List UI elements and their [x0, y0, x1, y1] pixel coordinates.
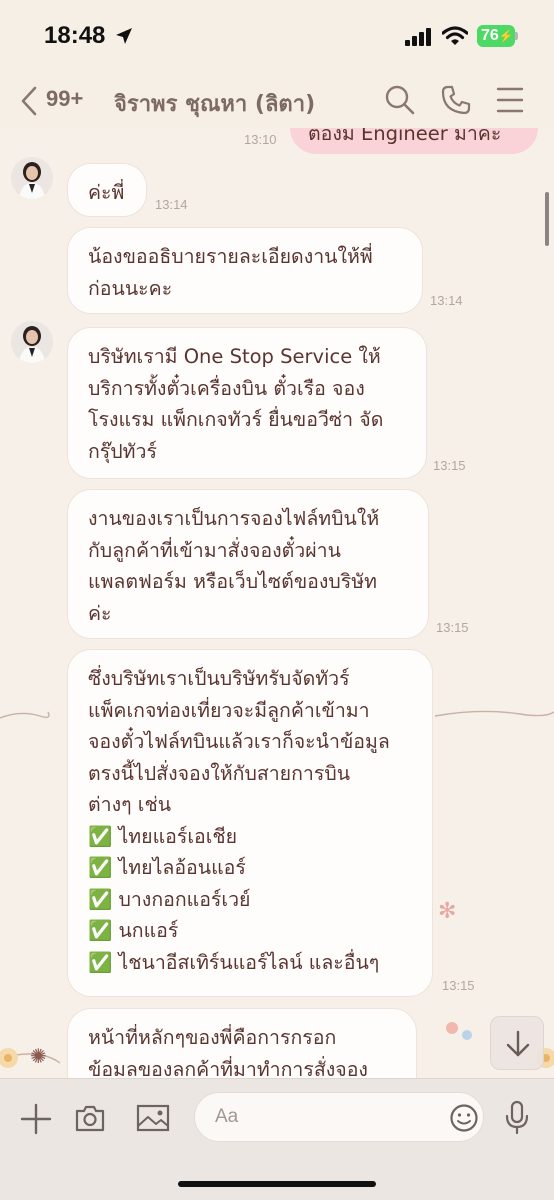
battery-level: 76 [481, 27, 499, 44]
microphone-icon[interactable] [503, 1100, 531, 1136]
message-time: 13:15 [442, 978, 475, 993]
avatar-image [11, 321, 53, 363]
avatar[interactable] [11, 321, 53, 363]
camera-icon[interactable] [74, 1103, 106, 1133]
back-chevron-icon[interactable] [18, 86, 40, 116]
message-line: บริษัทเรามี One Stop Service ให้ [88, 345, 381, 368]
message-input[interactable]: Aa [194, 1092, 484, 1142]
svg-text:✻: ✻ [438, 899, 456, 924]
message-line: บริการทั้งตั๋วเครื่องบิน ตั๋วเรือ จอง [88, 376, 365, 400]
message-line: ก่อนนะคะ [88, 276, 173, 300]
image-icon[interactable] [136, 1103, 170, 1133]
menu-icon[interactable] [496, 84, 524, 116]
message-line: ต่างๆ เช่น [88, 793, 172, 816]
avatar-image [11, 157, 53, 199]
message-line: งานของเราเป็นการจองไฟล์ทบินให้ [88, 507, 380, 530]
message-line: โรงแรม แพ็กเกจทัวร์ ยื่นขอวีซ่า จัด [88, 408, 384, 431]
message-bubble[interactable]: น้องขออธิบายรายละเอียดงานให้พี่ ก่อนนะคะ [67, 227, 423, 314]
message-line: ✅ ไทยแอร์เอเชีย [88, 824, 238, 848]
message-bubble[interactable]: ซึ่งบริษัทเราเป็นบริษัทรับจัดทัวร์ แพ็คเ… [67, 649, 433, 997]
message-time: 13:10 [244, 132, 277, 147]
outgoing-message-text: ต้องมี Engineer มาค่ะ [308, 128, 502, 145]
chat-title[interactable]: จิราพร ชุณหา (ลิตา) [114, 86, 315, 121]
arrow-down-icon [506, 1030, 530, 1057]
search-icon[interactable] [384, 84, 416, 116]
scroll-to-bottom-button[interactable] [490, 1016, 544, 1070]
battery-indicator: 76⚡ [477, 25, 515, 47]
message-bubble[interactable]: บริษัทเรามี One Stop Service ให้ บริการท… [67, 327, 427, 479]
home-indicator[interactable] [178, 1181, 376, 1187]
status-time: 18:48 [44, 22, 106, 49]
scrollbar-thumb[interactable] [545, 192, 549, 246]
message-line: ✅ ไทยไลอ้อนแอร์ [88, 856, 246, 879]
phone-icon[interactable] [440, 84, 472, 116]
battery-tip [515, 32, 518, 40]
message-line: ข้อมลของลกค้าที่มาทำการสั่งจอง [88, 1057, 368, 1079]
message-line: หน้าที่หลักๆของพี่คือการกรอก [88, 1026, 337, 1049]
chat-area[interactable]: ✻ ✺ ต้องมี Engineer มาค่ะ 13:10 ค่ะพี่ 1… [0, 128, 554, 1078]
emoji-icon[interactable] [449, 1103, 479, 1133]
outgoing-message-bubble[interactable]: ต้องมี Engineer มาค่ะ [290, 128, 538, 154]
message-line: กรุ๊ปทัวร์ [88, 439, 157, 463]
message-line: ค่ะ [88, 601, 112, 625]
location-arrow-icon [116, 28, 132, 44]
message-time: 13:15 [433, 458, 466, 473]
message-line: ✅ ไชนาอีสเทิร์นแอร์ไลน์ และอื่นๆ [88, 950, 380, 974]
message-line: ตรงนี้ไปสั่งจองให้กับสายการบิน [88, 761, 351, 785]
message-line: ✅ บางกอกแอร์เวย์ [88, 887, 251, 911]
message-line: แพลตฟอร์ม หรือเว็บไซต์ของบริษัท [88, 570, 377, 593]
message-time: 13:14 [155, 197, 188, 212]
avatar[interactable] [11, 157, 53, 199]
status-bar: 18:48 76⚡ [0, 0, 554, 72]
message-time: 13:14 [430, 293, 463, 308]
signal-icon [405, 28, 431, 46]
message-line: ซึ่งบริษัทเราเป็นบริษัทรับจัดทัวร์ [88, 667, 350, 690]
wifi-icon [442, 26, 468, 45]
plus-icon[interactable] [20, 1103, 52, 1135]
message-time: 13:15 [436, 620, 469, 635]
message-line: ✅ นกแอร์ [88, 919, 179, 942]
back-unread-count[interactable]: 99+ [46, 86, 83, 112]
message-bubble[interactable]: ค่ะพี่ [67, 163, 147, 217]
message-line: จองตั๋วไฟล์ทบินแล้วเราก็จะนำข้อมูล [88, 730, 390, 753]
message-bubble[interactable]: หน้าที่หลักๆของพี่คือการกรอก ข้อมลของลกค… [67, 1008, 417, 1078]
message-line: ค่ะพี่ [88, 181, 125, 204]
svg-text:✺: ✺ [30, 1044, 47, 1068]
message-line: กับลูกค้าที่เข้ามาสั่งจองตั๋วผ่าน [88, 538, 341, 562]
message-input-placeholder: Aa [215, 1106, 239, 1127]
message-line: น้องขออธิบายรายละเอียดงานให้พี่ [88, 245, 373, 268]
chat-header: 99+ จิราพร ชุณหา (ลิตา) [0, 72, 554, 128]
message-bubble[interactable]: งานของเราเป็นการจองไฟล์ทบินให้ กับลูกค้า… [67, 489, 429, 639]
message-line: แพ็คเกจท่องเที่ยวจะมีลูกค้าเข้ามา [88, 698, 370, 722]
